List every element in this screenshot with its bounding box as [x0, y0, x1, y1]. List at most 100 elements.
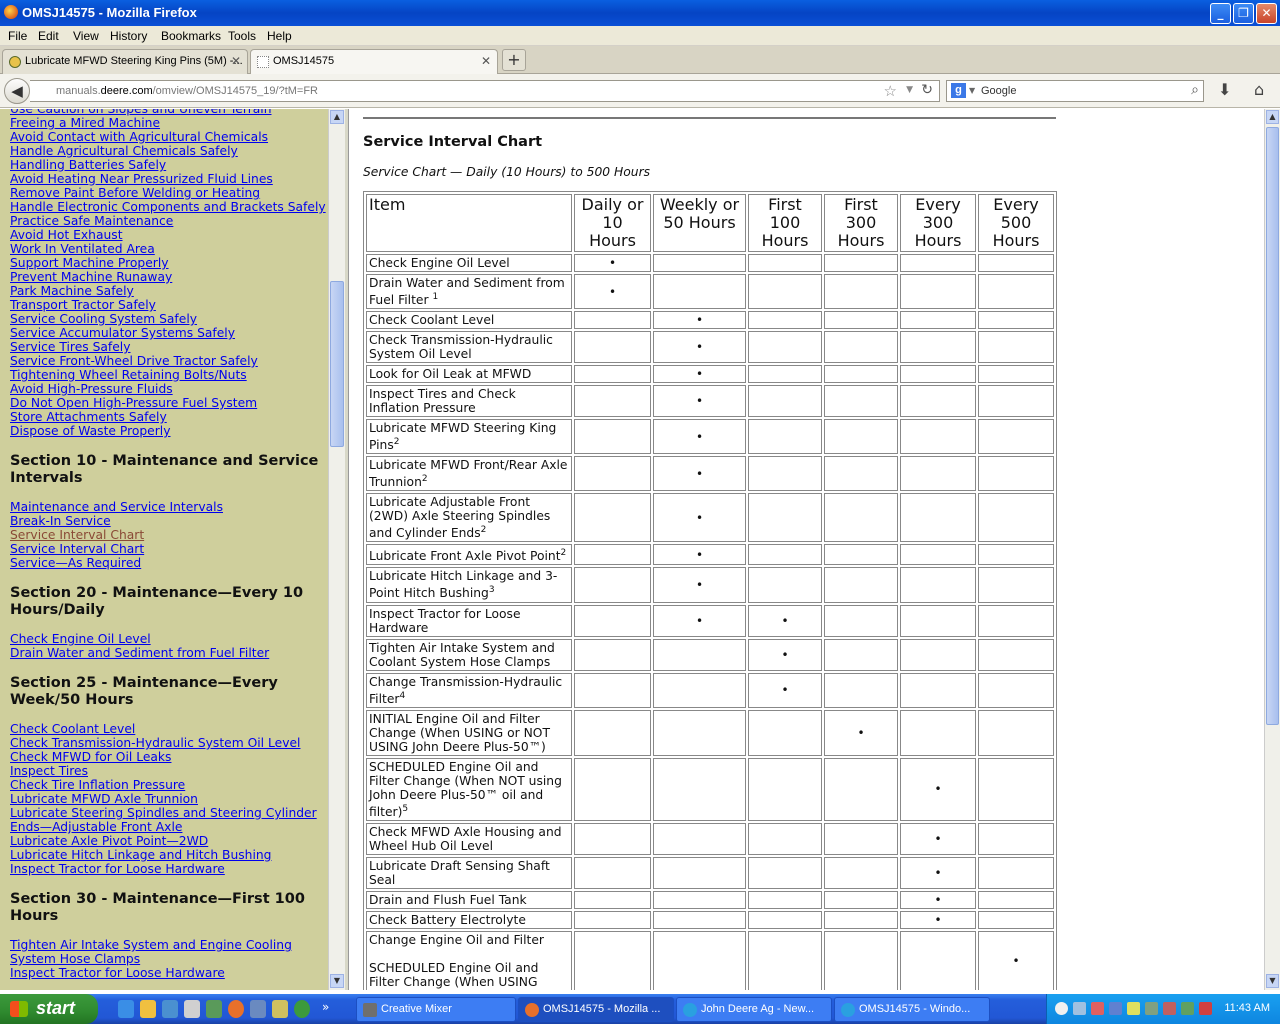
toc-link[interactable]: Service Interval Chart	[10, 542, 328, 556]
back-button[interactable]: ◀	[4, 78, 30, 104]
toc-link[interactable]: Service Cooling System Safely	[10, 312, 328, 326]
menu-help[interactable]: Help	[267, 29, 292, 43]
tray-icon[interactable]	[1091, 1002, 1104, 1015]
toc-link[interactable]: Lubricate Hitch Linkage and Hitch Bushin…	[10, 848, 328, 862]
toc-link[interactable]: Check Engine Oil Level	[10, 632, 328, 646]
toc-link[interactable]: Check Transmission-Hydraulic System Oil …	[10, 736, 328, 750]
tray-icon[interactable]	[1163, 1002, 1176, 1015]
app-icon[interactable]	[272, 1000, 288, 1018]
toc-link[interactable]: Store Attachments Safely	[10, 410, 328, 424]
toc-link[interactable]: Dispose of Waste Properly	[10, 424, 328, 438]
url-text[interactable]: manuals.deere.com/omview/OMSJ14575_19/?t…	[56, 85, 318, 97]
task-john-deere-ag[interactable]: John Deere Ag - New...	[676, 997, 832, 1022]
scroll-up-icon[interactable]: ▲	[330, 110, 344, 124]
close-icon[interactable]: ✕	[231, 54, 241, 68]
menu-edit[interactable]: Edit	[38, 29, 59, 43]
app-icon[interactable]	[250, 1000, 266, 1018]
toc-link[interactable]: Avoid Contact with Agricultural Chemical…	[10, 130, 328, 144]
history-dropdown-icon[interactable]: ▼	[906, 85, 913, 95]
toc-link[interactable]: Check MFWD for Oil Leaks	[10, 750, 328, 764]
toc-link[interactable]: Park Machine Safely	[10, 284, 328, 298]
toc-link[interactable]: Service—As Required	[10, 556, 328, 570]
toc-link[interactable]: Transport Tractor Safely	[10, 298, 328, 312]
frame-splitter[interactable]	[345, 109, 349, 990]
toc-link[interactable]: Inspect Tractor for Loose Hardware	[10, 966, 328, 980]
search-box[interactable]: g ▼ Google ⌕	[946, 80, 1204, 102]
menu-tools[interactable]: Tools	[228, 29, 256, 43]
toc-link[interactable]: Tighten Air Intake System and Engine Coo…	[10, 938, 328, 966]
media-player-icon[interactable]	[184, 1000, 200, 1018]
toc-link[interactable]: Prevent Machine Runaway	[10, 270, 328, 284]
toc-link[interactable]: Avoid High-Pressure Fluids	[10, 382, 328, 396]
toc-link[interactable]: Maintenance and Service Intervals	[10, 500, 328, 514]
engine-dropdown-icon[interactable]: ▼	[969, 86, 975, 95]
app-icon[interactable]	[206, 1000, 222, 1018]
scroll-up-icon[interactable]: ▲	[1266, 110, 1279, 124]
close-icon[interactable]: ✕	[481, 54, 491, 68]
toc-link[interactable]: Inspect Tires	[10, 764, 328, 778]
toc-link[interactable]: Use Caution on Slopes and Uneven Terrain	[10, 109, 328, 116]
menu-bookmarks[interactable]: Bookmarks	[161, 29, 221, 43]
tray-icon[interactable]	[1127, 1002, 1140, 1015]
task-creative-mixer[interactable]: Creative Mixer	[356, 997, 516, 1022]
ie-icon[interactable]	[118, 1000, 134, 1018]
tray-icon[interactable]	[1109, 1002, 1122, 1015]
toc-link[interactable]: Service Tires Safely	[10, 340, 328, 354]
scroll-down-icon[interactable]: ▼	[1266, 974, 1279, 988]
tray-icon[interactable]	[1181, 1002, 1194, 1015]
toc-link[interactable]: Lubricate MFWD Axle Trunnion	[10, 792, 328, 806]
google-icon[interactable]: g	[951, 83, 966, 98]
main-scroll-thumb[interactable]	[1266, 127, 1279, 725]
toc-link[interactable]: Support Machine Properly	[10, 256, 328, 270]
tray-icon[interactable]	[1145, 1002, 1158, 1015]
messenger-icon[interactable]	[140, 1000, 156, 1018]
tab-omsj14575[interactable]: OMSJ14575 ✕	[250, 49, 498, 74]
home-icon[interactable]: ⌂	[1254, 80, 1264, 99]
tray-icon[interactable]	[1199, 1002, 1212, 1015]
toc-link[interactable]: Drain Water and Sediment from Fuel Filte…	[10, 646, 328, 660]
menu-history[interactable]: History	[110, 29, 147, 43]
toc-link[interactable]: Practice Safe Maintenance	[10, 214, 328, 228]
toc-link[interactable]: Handling Batteries Safely	[10, 158, 328, 172]
sidebar-scroll-thumb[interactable]	[330, 281, 344, 447]
main-scrollbar[interactable]: ▲ ▼	[1264, 109, 1280, 990]
chrome-icon[interactable]	[294, 1000, 310, 1018]
toc-link[interactable]: Work In Ventilated Area	[10, 242, 328, 256]
download-icon[interactable]: ⬇	[1218, 80, 1231, 99]
tab-lubricate[interactable]: Lubricate MFWD Steering King Pins (5M) -…	[2, 49, 248, 74]
toc-link[interactable]: Freeing a Mired Machine	[10, 116, 328, 130]
toc-link[interactable]: Lubricate Axle Pivot Point—2WD	[10, 834, 328, 848]
toc-link[interactable]: Tightening Wheel Retaining Bolts/Nuts	[10, 368, 328, 382]
task-omsj-windows[interactable]: OMSJ14575 - Windo...	[834, 997, 990, 1022]
restore-button[interactable]: ❐	[1233, 3, 1254, 24]
minimize-button[interactable]: _	[1210, 3, 1231, 24]
tray-icon[interactable]	[1073, 1002, 1086, 1015]
toc-link[interactable]: Service Front-Wheel Drive Tractor Safely	[10, 354, 328, 368]
close-window-button[interactable]: ✕	[1256, 3, 1277, 24]
task-firefox[interactable]: OMSJ14575 - Mozilla ...	[518, 997, 674, 1022]
show-desktop-icon[interactable]	[162, 1000, 178, 1018]
new-tab-button[interactable]: +	[502, 49, 526, 71]
toc-link[interactable]: Check Coolant Level	[10, 722, 328, 736]
toc-link[interactable]: Inspect Tractor for Loose Hardware	[10, 862, 328, 876]
tray-icon[interactable]	[1055, 1002, 1068, 1015]
toc-link[interactable]: Service Interval Chart	[10, 528, 328, 542]
toc-link[interactable]: Do Not Open High-Pressure Fuel System	[10, 396, 328, 410]
address-bar[interactable]: manuals.deere.com/omview/OMSJ14575_19/?t…	[30, 80, 940, 102]
bookmark-star-icon[interactable]: ☆	[884, 82, 897, 100]
sidebar-scrollbar[interactable]: ▲ ▼	[328, 109, 345, 990]
menu-view[interactable]: View	[73, 29, 99, 43]
toc-link[interactable]: Remove Paint Before Welding or Heating	[10, 186, 328, 200]
toc-link[interactable]: Handle Agricultural Chemicals Safely	[10, 144, 328, 158]
menu-file[interactable]: File	[8, 29, 27, 43]
toc-link[interactable]: Check Tire Inflation Pressure	[10, 778, 328, 792]
toc-link[interactable]: Handle Electronic Components and Bracket…	[10, 200, 328, 214]
toc-link[interactable]: Break-In Service	[10, 514, 328, 528]
reload-icon[interactable]: ↻	[921, 82, 933, 98]
toc-link[interactable]: Service Accumulator Systems Safely	[10, 326, 328, 340]
quicklaunch-expand-icon[interactable]: »	[322, 1000, 332, 1018]
scroll-down-icon[interactable]: ▼	[330, 974, 344, 988]
toc-link[interactable]: Avoid Hot Exhaust	[10, 228, 328, 242]
toc-link[interactable]: Lubricate Steering Spindles and Steering…	[10, 806, 328, 834]
search-icon[interactable]: ⌕	[1191, 82, 1199, 98]
